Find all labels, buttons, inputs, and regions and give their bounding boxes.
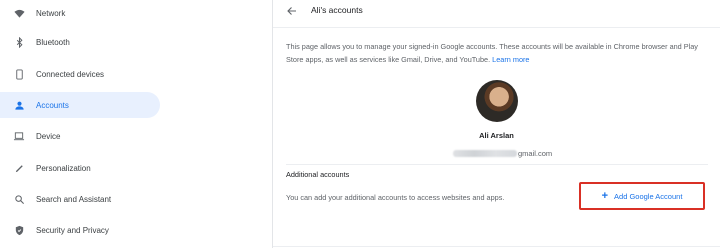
accounts-page: Ali's accounts This page allows you to m… — [273, 0, 720, 248]
sidebar-item-label: Device — [36, 131, 61, 141]
user-name: Ali Arslan — [479, 131, 514, 140]
arrow-back-icon[interactable] — [285, 4, 299, 18]
sidebar-item-accounts[interactable]: Accounts — [0, 92, 160, 118]
sidebar-item-label: Search and Assistant — [36, 194, 112, 204]
pen-icon — [13, 162, 25, 174]
user-email: gmail.com — [453, 148, 552, 158]
sidebar-item-personalization[interactable]: Personalization — [0, 155, 160, 181]
wifi-icon — [13, 7, 25, 19]
phone-icon — [13, 68, 25, 80]
search-icon — [13, 193, 25, 205]
person-icon — [13, 99, 25, 111]
sidebar-item-network[interactable]: Network — [0, 0, 160, 26]
sidebar-item-label: Personalization — [36, 163, 91, 173]
additional-accounts-description: You can add your additional accounts to … — [286, 193, 505, 202]
sidebar-item-device[interactable]: Device — [0, 123, 160, 149]
email-domain: gmail.com — [518, 148, 553, 158]
page-title: Ali's accounts — [311, 5, 363, 15]
bluetooth-icon — [13, 36, 25, 48]
bottom-divider — [273, 246, 720, 247]
plus-icon: + — [601, 189, 609, 202]
avatar — [476, 80, 518, 122]
learn-more-link[interactable]: Learn more — [492, 55, 529, 64]
page-description: This page allows you to manage your sign… — [286, 40, 716, 66]
add-google-account-label: Add Google Account — [614, 191, 683, 201]
sidebar-item-label: Security and Privacy — [36, 225, 109, 235]
sidebar-item-label: Connected devices — [36, 69, 105, 79]
additional-accounts-title: Additional accounts — [286, 170, 350, 179]
email-redaction — [453, 149, 517, 157]
sidebar-item-search-assistant[interactable]: Search and Assistant — [0, 186, 160, 212]
shield-icon — [13, 224, 25, 236]
laptop-icon — [13, 130, 25, 142]
add-google-account-button[interactable]: + Add Google Account — [579, 182, 705, 210]
sidebar-item-security-privacy[interactable]: Security and Privacy — [0, 217, 160, 243]
sidebar-item-label: Network — [36, 8, 66, 18]
settings-sidebar: Network Bluetooth Connected devices Acco… — [0, 0, 170, 248]
sidebar-item-label: Accounts — [36, 100, 69, 110]
sidebar-item-bluetooth[interactable]: Bluetooth — [0, 29, 160, 55]
sidebar-item-connected-devices[interactable]: Connected devices — [0, 61, 160, 87]
header-divider — [273, 27, 720, 28]
section-divider — [286, 164, 708, 165]
sidebar-item-label: Bluetooth — [36, 37, 70, 47]
